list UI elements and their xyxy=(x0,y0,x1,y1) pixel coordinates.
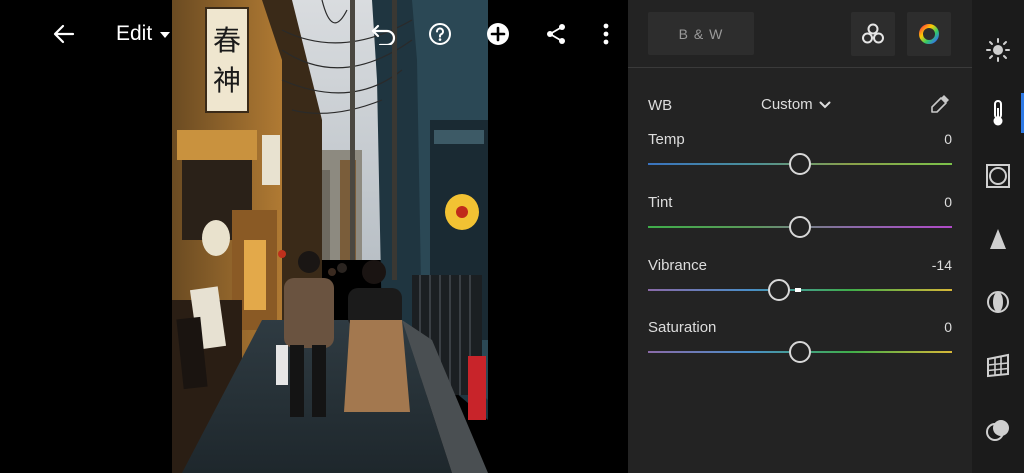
color-wheel-icon xyxy=(919,24,939,44)
slider-label: Tint xyxy=(648,194,673,211)
color-mix-button[interactable] xyxy=(851,12,895,56)
bw-button[interactable]: B & W xyxy=(648,12,754,55)
chevron-down-icon xyxy=(819,101,831,108)
rail-item-color[interactable] xyxy=(972,93,1024,133)
undo-button[interactable] xyxy=(368,18,400,50)
share-button[interactable] xyxy=(540,18,572,50)
rail-item-optics[interactable] xyxy=(972,282,1024,322)
add-icon xyxy=(487,23,509,45)
slider-thumb[interactable] xyxy=(789,341,811,363)
wb-eyedropper-button[interactable] xyxy=(928,92,952,116)
edit-dropdown[interactable]: Edit xyxy=(116,20,171,48)
slider-temp: Temp 0 xyxy=(648,131,952,177)
caret-down-icon xyxy=(160,32,171,38)
back-arrow-icon xyxy=(53,24,75,44)
add-button[interactable] xyxy=(482,18,514,50)
optics-lens-icon xyxy=(987,291,1009,313)
detail-triangle-icon xyxy=(990,229,1006,249)
slider-fill xyxy=(794,288,801,292)
more-button[interactable] xyxy=(590,18,622,50)
presets-icon xyxy=(986,420,1009,441)
edit-label: Edit xyxy=(116,22,153,45)
photo-viewport[interactable]: 春 神 Edit xyxy=(0,0,628,473)
back-button[interactable] xyxy=(48,18,80,50)
slider-saturation: Saturation 0 xyxy=(648,319,952,365)
help-icon xyxy=(429,23,451,45)
shop-sign-char-2: 神 xyxy=(213,64,241,97)
slider-thumb[interactable] xyxy=(789,216,811,238)
wb-label: WB xyxy=(648,97,673,114)
wb-preset-select[interactable]: Custom xyxy=(761,96,831,113)
slider-track[interactable] xyxy=(648,153,952,175)
slider-track[interactable] xyxy=(648,279,952,301)
rail-item-effects[interactable] xyxy=(972,156,1024,196)
top-toolbar: Edit xyxy=(0,0,628,68)
rail-item-presets[interactable] xyxy=(972,410,1024,450)
rail-item-light[interactable] xyxy=(972,30,1024,70)
slider-tint: Tint 0 xyxy=(648,194,952,240)
slider-value: 0 xyxy=(944,319,952,335)
slider-value: -14 xyxy=(931,257,952,273)
slider-thumb[interactable] xyxy=(767,279,790,301)
street-photo[interactable]: 春 神 xyxy=(172,0,488,473)
rail-item-geometry[interactable] xyxy=(972,345,1024,385)
color-panel: B & W WB Custom Temp 0 Tint 0 Vibrance -… xyxy=(628,0,972,473)
light-icon xyxy=(986,38,1010,62)
panel-header: B & W xyxy=(628,0,972,68)
slider-label: Temp xyxy=(648,131,685,148)
eyedropper-icon xyxy=(931,95,949,113)
slider-label: Vibrance xyxy=(648,257,707,274)
white-balance-row: WB Custom xyxy=(648,94,952,116)
share-icon xyxy=(547,24,565,44)
slider-track[interactable] xyxy=(648,216,952,238)
rail-item-detail[interactable] xyxy=(972,219,1024,259)
slider-vibrance: Vibrance -14 xyxy=(648,257,952,303)
help-button[interactable] xyxy=(424,18,456,50)
geometry-grid-icon xyxy=(987,353,1009,378)
street-photo-image: 春 神 xyxy=(172,0,488,473)
color-grading-button[interactable] xyxy=(907,12,951,56)
slider-thumb[interactable] xyxy=(789,153,811,175)
color-mix-icon xyxy=(862,23,884,44)
slider-label: Saturation xyxy=(648,319,717,336)
wb-preset-value: Custom xyxy=(761,96,813,113)
more-vertical-icon xyxy=(603,23,609,45)
undo-icon xyxy=(371,24,396,45)
vignette-icon xyxy=(986,164,1010,188)
tool-rail xyxy=(972,0,1024,473)
slider-track[interactable] xyxy=(648,341,952,363)
thermometer-icon xyxy=(993,100,1003,126)
slider-value: 0 xyxy=(944,131,952,147)
slider-value: 0 xyxy=(944,194,952,210)
